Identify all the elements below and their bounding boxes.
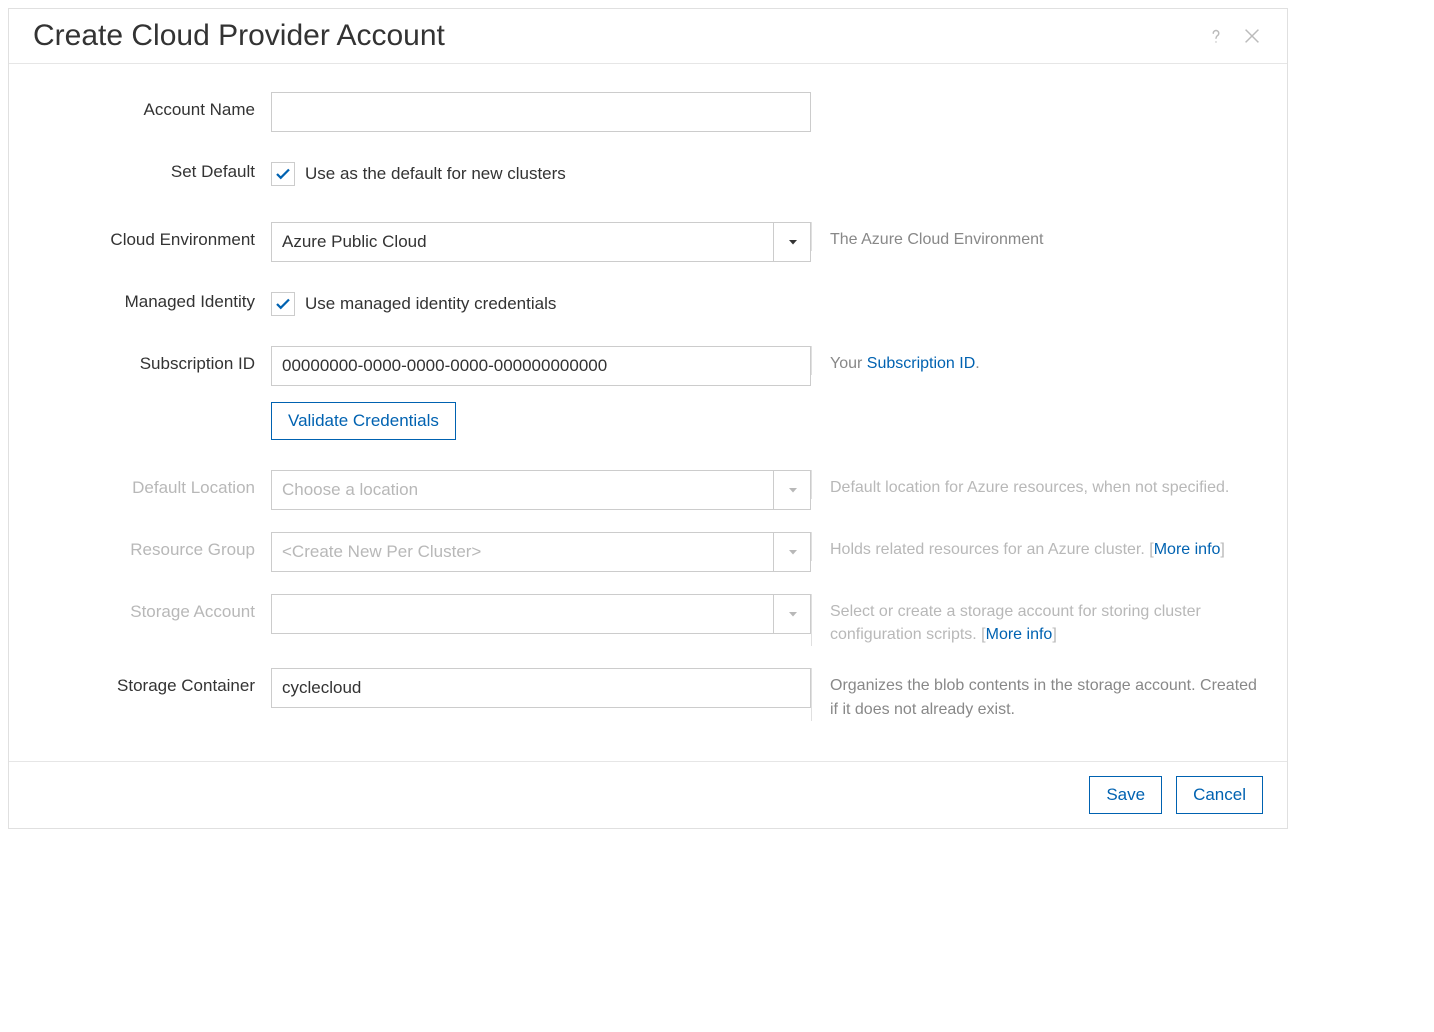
row-cloud-environment: Cloud Environment Azure Public Cloud The…	[33, 222, 1263, 262]
create-cloud-provider-dialog: Create Cloud Provider Account Account Na…	[8, 8, 1288, 829]
label-storage-container: Storage Container	[33, 668, 271, 696]
dialog-title: Create Cloud Provider Account	[33, 19, 445, 53]
label-subscription-id: Subscription ID	[33, 346, 271, 374]
help-resource-group: Holds related resources for an Azure clu…	[811, 532, 1263, 561]
resource-group-more-info-link[interactable]: More info	[1154, 541, 1221, 558]
set-default-checkbox-label: Use as the default for new clusters	[305, 164, 566, 184]
subscription-id-link[interactable]: Subscription ID	[867, 355, 976, 372]
storage-account-more-info-link[interactable]: More info	[986, 626, 1053, 643]
header-icons	[1205, 25, 1263, 47]
account-name-input[interactable]	[271, 92, 811, 132]
dialog-footer: Save Cancel	[9, 761, 1287, 828]
help-subscription-id: Your Subscription ID.	[811, 346, 1263, 375]
label-set-default: Set Default	[33, 154, 271, 182]
row-set-default: Set Default Use as the default for new c…	[33, 154, 1263, 194]
row-default-location: Default Location Choose a location Defau…	[33, 470, 1263, 510]
label-account-name: Account Name	[33, 92, 271, 120]
set-default-checkbox[interactable]	[271, 162, 295, 186]
dialog-header: Create Cloud Provider Account	[9, 9, 1287, 64]
row-account-name: Account Name	[33, 92, 1263, 132]
dialog-body: Account Name Set Default Use as the defa…	[9, 64, 1287, 761]
resource-group-select[interactable]: <Create New Per Cluster>	[271, 532, 811, 572]
row-subscription-id: Subscription ID Your Subscription ID.	[33, 346, 1263, 386]
cloud-environment-select[interactable]: Azure Public Cloud	[271, 222, 811, 262]
managed-identity-checkbox[interactable]	[271, 292, 295, 316]
cancel-button[interactable]: Cancel	[1176, 776, 1263, 814]
help-default-location: Default location for Azure resources, wh…	[811, 470, 1263, 499]
row-storage-account: Storage Account Select or create a stora…	[33, 594, 1263, 646]
label-managed-identity: Managed Identity	[33, 284, 271, 312]
label-storage-account: Storage Account	[33, 594, 271, 622]
storage-container-input[interactable]	[271, 668, 811, 708]
help-icon[interactable]	[1205, 25, 1227, 47]
label-resource-group: Resource Group	[33, 532, 271, 560]
label-cloud-environment: Cloud Environment	[33, 222, 271, 250]
row-resource-group: Resource Group <Create New Per Cluster> …	[33, 532, 1263, 572]
default-location-select[interactable]: Choose a location	[271, 470, 811, 510]
row-storage-container: Storage Container Organizes the blob con…	[33, 668, 1263, 720]
help-storage-container: Organizes the blob contents in the stora…	[811, 668, 1263, 720]
row-validate: Validate Credentials	[33, 402, 1263, 440]
help-storage-account: Select or create a storage account for s…	[811, 594, 1263, 646]
checkmark-icon	[274, 295, 292, 313]
subscription-id-input[interactable]	[271, 346, 811, 386]
label-default-location: Default Location	[33, 470, 271, 498]
help-cloud-environment: The Azure Cloud Environment	[811, 222, 1263, 251]
row-managed-identity: Managed Identity Use managed identity cr…	[33, 284, 1263, 324]
save-button[interactable]: Save	[1089, 776, 1162, 814]
managed-identity-checkbox-label: Use managed identity credentials	[305, 294, 556, 314]
storage-account-select[interactable]	[271, 594, 811, 634]
validate-credentials-button[interactable]: Validate Credentials	[271, 402, 456, 440]
close-icon[interactable]	[1241, 25, 1263, 47]
checkmark-icon	[274, 165, 292, 183]
